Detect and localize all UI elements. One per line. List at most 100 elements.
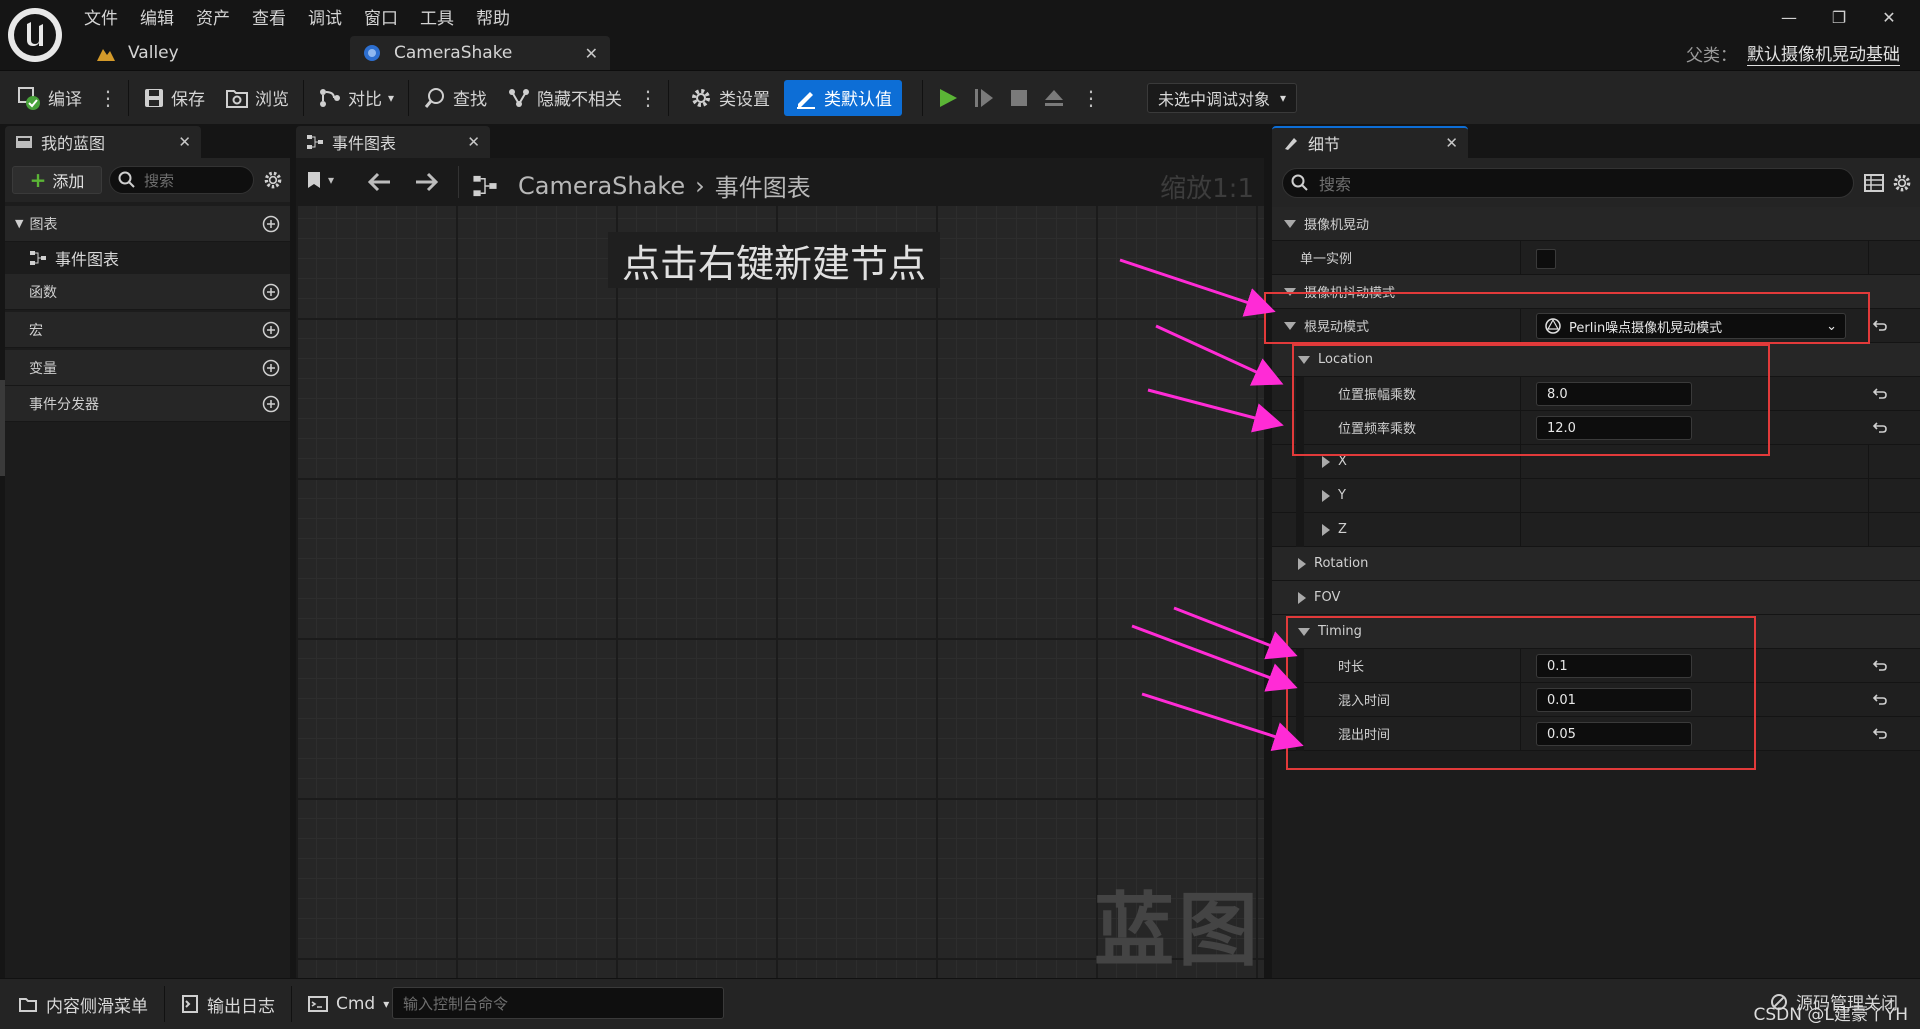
my-blueprint-search-input[interactable]: 搜索 [109, 166, 254, 194]
chevron-down-icon: ▾ [383, 997, 390, 1011]
close-icon[interactable]: ✕ [1445, 134, 1458, 152]
menu-edit[interactable]: 编辑 [140, 4, 174, 29]
class-defaults-button[interactable]: 类默认值 [784, 79, 903, 116]
gear-icon[interactable] [263, 170, 283, 190]
compile-options-icon[interactable]: ⋮ [92, 86, 124, 110]
console-command-input[interactable]: 输入控制台命令 [392, 987, 724, 1019]
minimize-icon[interactable]: — [1764, 8, 1814, 27]
diff-button[interactable]: 对比 ▾ [308, 80, 404, 116]
level-icon [97, 49, 115, 61]
expand-arrow-icon [1322, 523, 1330, 536]
divider [922, 79, 924, 116]
tab-valley[interactable]: Valley [84, 36, 344, 70]
add-circle-icon[interactable] [262, 359, 280, 377]
category-graphs[interactable]: ▼ 图表 [5, 206, 290, 242]
add-button[interactable]: + 添加 [12, 166, 102, 194]
category-event-dispatchers[interactable]: 事件分发器 [5, 386, 290, 422]
divider [291, 986, 292, 1022]
property-z[interactable]: Z [1272, 513, 1920, 547]
restore-icon[interactable]: ❐ [1814, 8, 1864, 27]
category-fov[interactable]: FOV [1272, 581, 1920, 615]
hide-unrelated-button[interactable]: 隐藏不相关 [497, 80, 632, 116]
breadcrumb-root[interactable]: CameraShake [518, 172, 685, 200]
divider [303, 79, 304, 116]
cmd-select[interactable]: Cmd ▾ [296, 984, 401, 1024]
plus-icon: + [29, 168, 47, 192]
menu-help[interactable]: 帮助 [476, 4, 510, 29]
reset-icon[interactable] [1872, 658, 1888, 674]
breadcrumb-current[interactable]: 事件图表 [715, 168, 811, 203]
add-circle-icon[interactable] [262, 321, 280, 339]
parent-class-link[interactable]: 默认摄像机晃动基础 [1747, 40, 1900, 66]
property-y[interactable]: Y [1272, 479, 1920, 513]
back-arrow-icon[interactable] [366, 170, 392, 194]
divider [1868, 445, 1869, 479]
content-drawer-button[interactable]: 内容侧滑菜单 [6, 984, 160, 1024]
add-circle-icon[interactable] [262, 283, 280, 301]
play-icon[interactable] [937, 87, 959, 109]
step-icon[interactable] [973, 87, 995, 109]
menu-window[interactable]: 窗口 [364, 4, 398, 29]
tab-details[interactable]: 细节 ✕ [1272, 126, 1468, 158]
reset-icon[interactable] [1872, 386, 1888, 402]
menu-tools[interactable]: 工具 [420, 4, 454, 29]
add-circle-icon[interactable] [262, 395, 280, 413]
reset-icon[interactable] [1872, 726, 1888, 742]
save-icon [145, 88, 163, 107]
category-functions[interactable]: 函数 [5, 274, 290, 310]
add-circle-icon[interactable] [262, 215, 280, 233]
more-options-icon[interactable]: ⋮ [632, 86, 664, 110]
debug-object-select[interactable]: 未选中调试对象 ▾ [1147, 82, 1298, 113]
blueprint-icon [364, 45, 380, 61]
tab-label: CameraShake [394, 43, 513, 63]
close-icon[interactable]: ✕ [178, 133, 191, 151]
table-view-icon[interactable] [1864, 174, 1884, 192]
browse-button[interactable]: 浏览 [215, 80, 299, 116]
single-instance-checkbox[interactable] [1536, 249, 1556, 269]
category-rotation[interactable]: Rotation [1272, 547, 1920, 581]
output-log-button[interactable]: 输出日志 [169, 984, 287, 1024]
class-settings-button[interactable]: 类设置 [679, 80, 780, 116]
category-variables[interactable]: 变量 [5, 350, 290, 386]
save-button[interactable]: 保存 [133, 80, 215, 116]
gear-icon[interactable] [1892, 173, 1912, 193]
menu-debug[interactable]: 调试 [308, 4, 342, 29]
close-icon[interactable]: ✕ [467, 133, 480, 151]
divider [408, 79, 410, 116]
close-window-icon[interactable]: ✕ [1864, 8, 1914, 27]
terminal-icon [308, 996, 328, 1012]
menu-asset[interactable]: 资产 [196, 4, 230, 29]
tab-my-blueprint[interactable]: 我的蓝图 ✕ [5, 126, 201, 158]
close-icon[interactable]: ✕ [585, 44, 598, 63]
edit-defaults-icon [797, 91, 816, 109]
find-button[interactable]: 查找 [413, 80, 497, 116]
divider [458, 166, 459, 198]
compile-button[interactable]: 编译 [6, 80, 92, 116]
category-macros[interactable]: 宏 [5, 312, 290, 348]
annotation-box-timing [1286, 616, 1756, 770]
bookmark-button[interactable]: ▾ [306, 170, 334, 190]
list-item-event-graph[interactable]: 事件图表 [5, 242, 290, 274]
chevron-right-icon: › [695, 171, 705, 200]
tab-event-graph[interactable]: 事件图表 ✕ [296, 126, 490, 158]
parent-label: 父类： [1686, 45, 1737, 66]
details-search-input[interactable]: 搜索 [1282, 168, 1854, 198]
menu-view[interactable]: 查看 [252, 4, 286, 29]
reset-icon[interactable] [1872, 420, 1888, 436]
forward-arrow-icon[interactable] [414, 170, 440, 194]
graph-navigation-bar: ▾ CameraShake › 事件图表 缩放1:1 [296, 158, 1264, 206]
play-options-icon[interactable]: ⋮ [1075, 86, 1107, 110]
tab-camerashake[interactable]: CameraShake ✕ [350, 36, 610, 70]
eject-icon[interactable] [1043, 87, 1065, 109]
chevron-down-icon: ▾ [388, 90, 395, 105]
search-icon [1291, 174, 1308, 191]
collapse-arrow-icon: ▼ [15, 217, 24, 230]
reset-icon[interactable] [1872, 318, 1888, 334]
menu-bar: 文件 编辑 资产 查看 调试 窗口 工具 帮助 [84, 4, 532, 29]
stop-icon[interactable] [1009, 88, 1029, 108]
parent-class-info: 父类： 默认摄像机晃动基础 [1686, 40, 1900, 66]
category-camera-shake[interactable]: 摄像机晃动 [1272, 207, 1920, 241]
menu-file[interactable]: 文件 [84, 4, 118, 29]
reset-icon[interactable] [1872, 692, 1888, 708]
unreal-logo-icon[interactable] [8, 8, 62, 62]
